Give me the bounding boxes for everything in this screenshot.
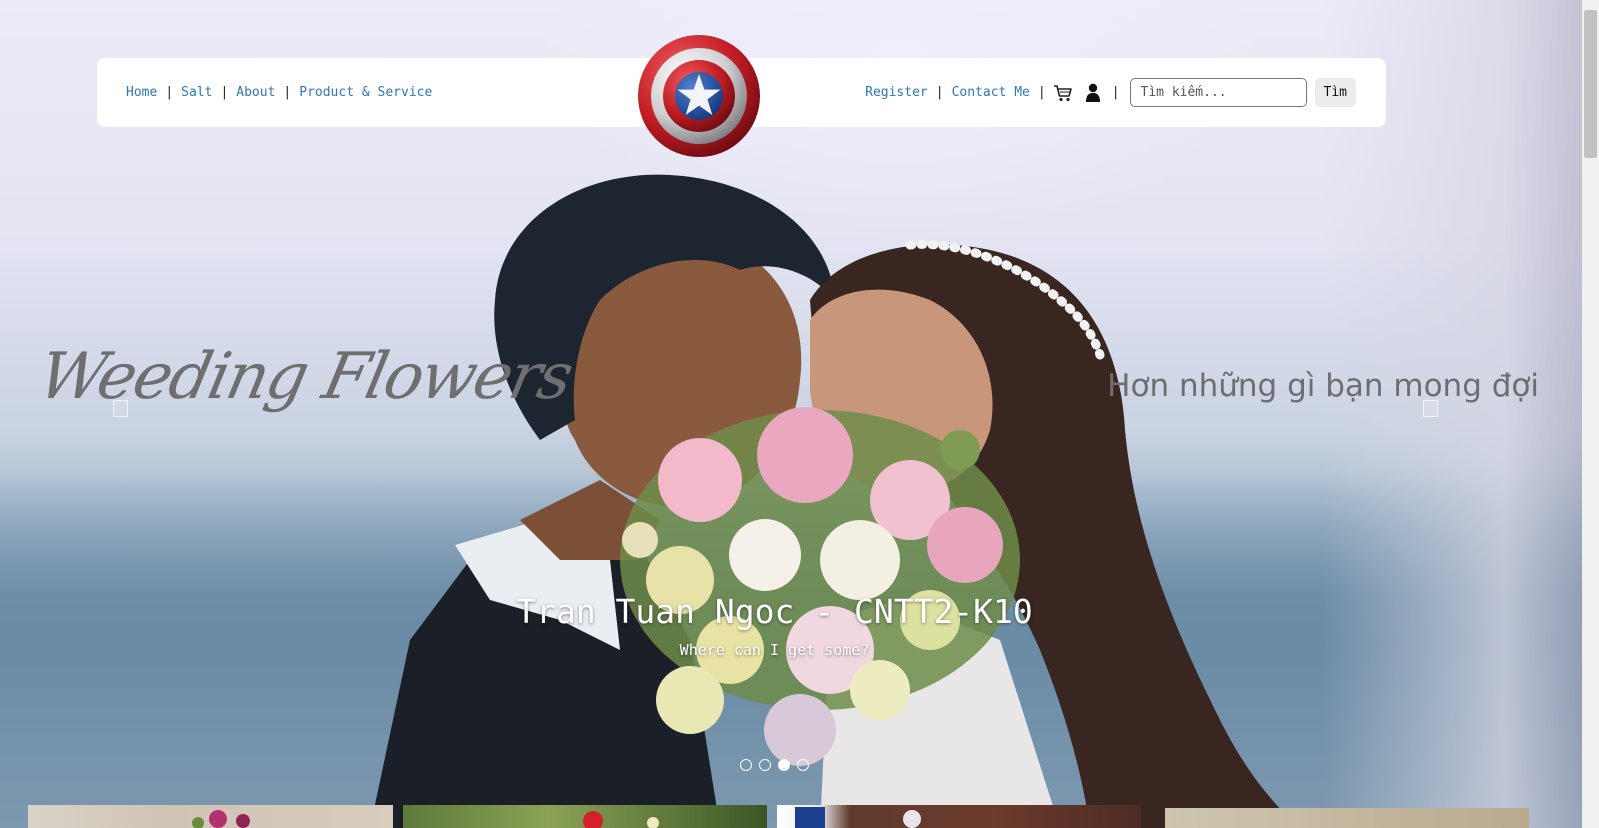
- nav-link-contact-me[interactable]: Contact Me: [952, 85, 1030, 100]
- nav-separator: |: [220, 85, 229, 100]
- carousel-prev-button[interactable]: [113, 400, 128, 417]
- cart-icon[interactable]: [1052, 82, 1074, 104]
- carousel-caption-title: Tran Tuan Ngoc - CNTT2-K10: [516, 592, 1033, 631]
- search-input[interactable]: [1129, 78, 1307, 107]
- carousel-indicator-1[interactable]: [740, 759, 752, 771]
- nav-right-links: Register | Contact Me | | Tìm: [865, 78, 1356, 107]
- nav-separator: |: [165, 85, 174, 100]
- nav-link-home[interactable]: Home: [126, 85, 157, 100]
- nav-left-links: Home | Salt | About | Product & Service: [126, 85, 432, 100]
- nav-separator: |: [1111, 85, 1120, 100]
- carousel-indicator-2[interactable]: [759, 759, 771, 771]
- hero-tagline: Hơn những gì bạn mong đợi: [1107, 368, 1539, 404]
- scrollbar-thumb[interactable]: [1584, 10, 1597, 158]
- carousel-next-button[interactable]: [1423, 400, 1438, 417]
- nav-separator: |: [1037, 85, 1046, 100]
- nav-separator: |: [935, 85, 944, 100]
- carousel-caption-subtitle: Where can I get some?: [679, 641, 870, 659]
- product-thumbnail-4[interactable]: [1165, 808, 1529, 828]
- user-icon[interactable]: [1082, 82, 1104, 104]
- search-button[interactable]: Tìm: [1314, 78, 1356, 107]
- nav-link-register[interactable]: Register: [865, 85, 928, 100]
- nav-link-product-service[interactable]: Product & Service: [299, 85, 432, 100]
- carousel-indicator-3[interactable]: [778, 759, 790, 771]
- shield-star-logo[interactable]: [637, 34, 761, 158]
- carousel-indicator-4[interactable]: [797, 759, 809, 771]
- nav-link-salt[interactable]: Salt: [181, 85, 212, 100]
- product-thumbnail-1[interactable]: [28, 805, 393, 828]
- page-scrollbar[interactable]: [1582, 0, 1599, 828]
- nav-link-about[interactable]: About: [236, 85, 275, 100]
- carousel-indicators: [740, 759, 809, 771]
- product-thumbnail-2[interactable]: [403, 805, 767, 828]
- product-thumbnail-3[interactable]: [777, 805, 1141, 828]
- nav-separator: |: [283, 85, 292, 100]
